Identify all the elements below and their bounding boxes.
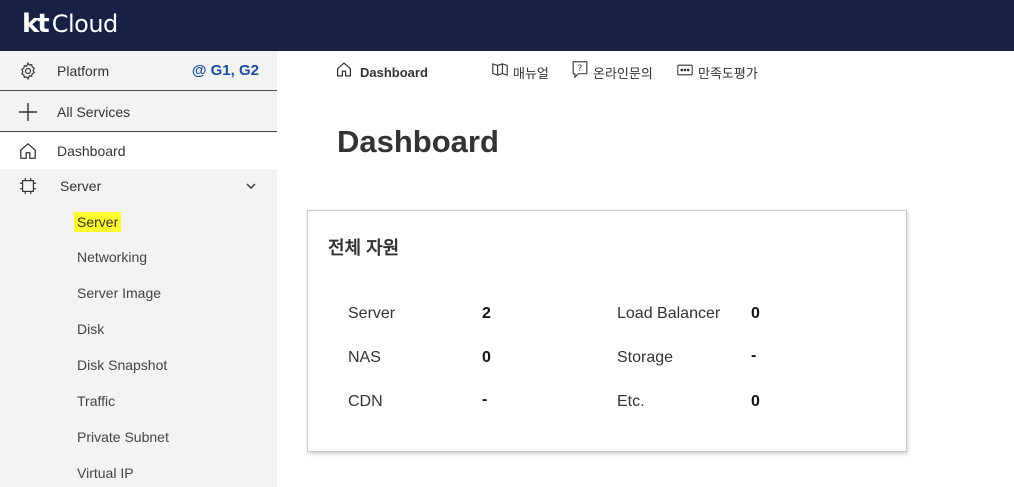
server-label: Server (60, 178, 102, 194)
sidebar-subitem-traffic[interactable]: Traffic (77, 391, 115, 411)
survey-link[interactable]: 만족도평가 (677, 62, 758, 82)
stat-label-cdn: CDN (348, 393, 383, 410)
sidebar-subitem-virtual-ip[interactable]: Virtual IP (77, 463, 134, 483)
svg-text:?: ? (578, 64, 583, 74)
dashboard-label: Dashboard (57, 143, 126, 159)
sidebar-subitem-private-subnet[interactable]: Private Subnet (77, 427, 169, 447)
sidebar-subitem-disk-snapshot[interactable]: Disk Snapshot (77, 355, 167, 375)
page-title: Dashboard (337, 124, 499, 159)
logo-kt: kt (22, 9, 50, 39)
breadcrumb-dashboard: Dashboard (360, 64, 428, 80)
home-icon (336, 61, 352, 83)
sidebar: Platform @ G1, G2 All Services Dashboard… (0, 51, 277, 487)
resource-summary-card: 전체 자원 Server 2 Load Balancer 0 NAS 0 Sto… (307, 210, 907, 452)
logo-cloud: Cloud (51, 10, 119, 38)
rating-icon (677, 63, 693, 81)
gear-icon (17, 60, 39, 82)
stat-label-etc: Etc. (617, 393, 645, 410)
sidebar-subitem-server[interactable]: Server (74, 212, 122, 232)
inquiry-link[interactable]: ? 온라인문의 (572, 61, 653, 83)
chip-icon (17, 175, 39, 197)
survey-label: 만족도평가 (698, 65, 758, 81)
manual-link[interactable]: 매뉴얼 (492, 62, 549, 82)
stat-value-server[interactable]: 2 (482, 305, 491, 323)
book-icon (492, 62, 508, 82)
stat-label-storage: Storage (617, 349, 674, 366)
breadcrumb-home[interactable]: Dashboard (336, 62, 428, 82)
stat-value-load-balancer[interactable]: 0 (751, 305, 760, 323)
all-services-label: All Services (57, 103, 131, 120)
sidebar-item-dashboard[interactable]: Dashboard (0, 133, 277, 169)
region-selector[interactable]: @ G1, G2 (192, 62, 259, 79)
top-bar: kt Cloud (0, 0, 1014, 51)
sidebar-item-server[interactable]: Server (0, 169, 277, 203)
sidebar-platform[interactable]: Platform @ G1, G2 (0, 51, 277, 91)
sidebar-subitem-networking[interactable]: Networking (77, 247, 147, 267)
question-icon: ? (572, 61, 588, 83)
inquiry-label: 온라인문의 (593, 65, 653, 81)
kt-cloud-logo[interactable]: kt Cloud (22, 6, 118, 42)
stat-label-server: Server (348, 305, 396, 322)
stat-value-storage[interactable]: - (751, 347, 756, 365)
manual-label: 매뉴얼 (513, 65, 549, 81)
plus-icon (17, 101, 39, 123)
stat-label-nas: NAS (348, 349, 381, 366)
stat-value-etc[interactable]: 0 (751, 393, 760, 411)
stat-value-cdn[interactable]: - (482, 391, 487, 409)
sidebar-all-services[interactable]: All Services (0, 92, 277, 132)
sidebar-subitem-disk[interactable]: Disk (77, 319, 104, 339)
home-icon (17, 140, 39, 162)
stat-label-load-balancer: Load Balancer (617, 305, 721, 322)
chevron-down-icon[interactable] (244, 179, 258, 193)
platform-label: Platform (57, 62, 110, 79)
card-title: 전체 자원 (328, 238, 400, 258)
stat-value-nas[interactable]: 0 (482, 349, 491, 367)
sidebar-subitem-server-image[interactable]: Server Image (77, 283, 161, 303)
